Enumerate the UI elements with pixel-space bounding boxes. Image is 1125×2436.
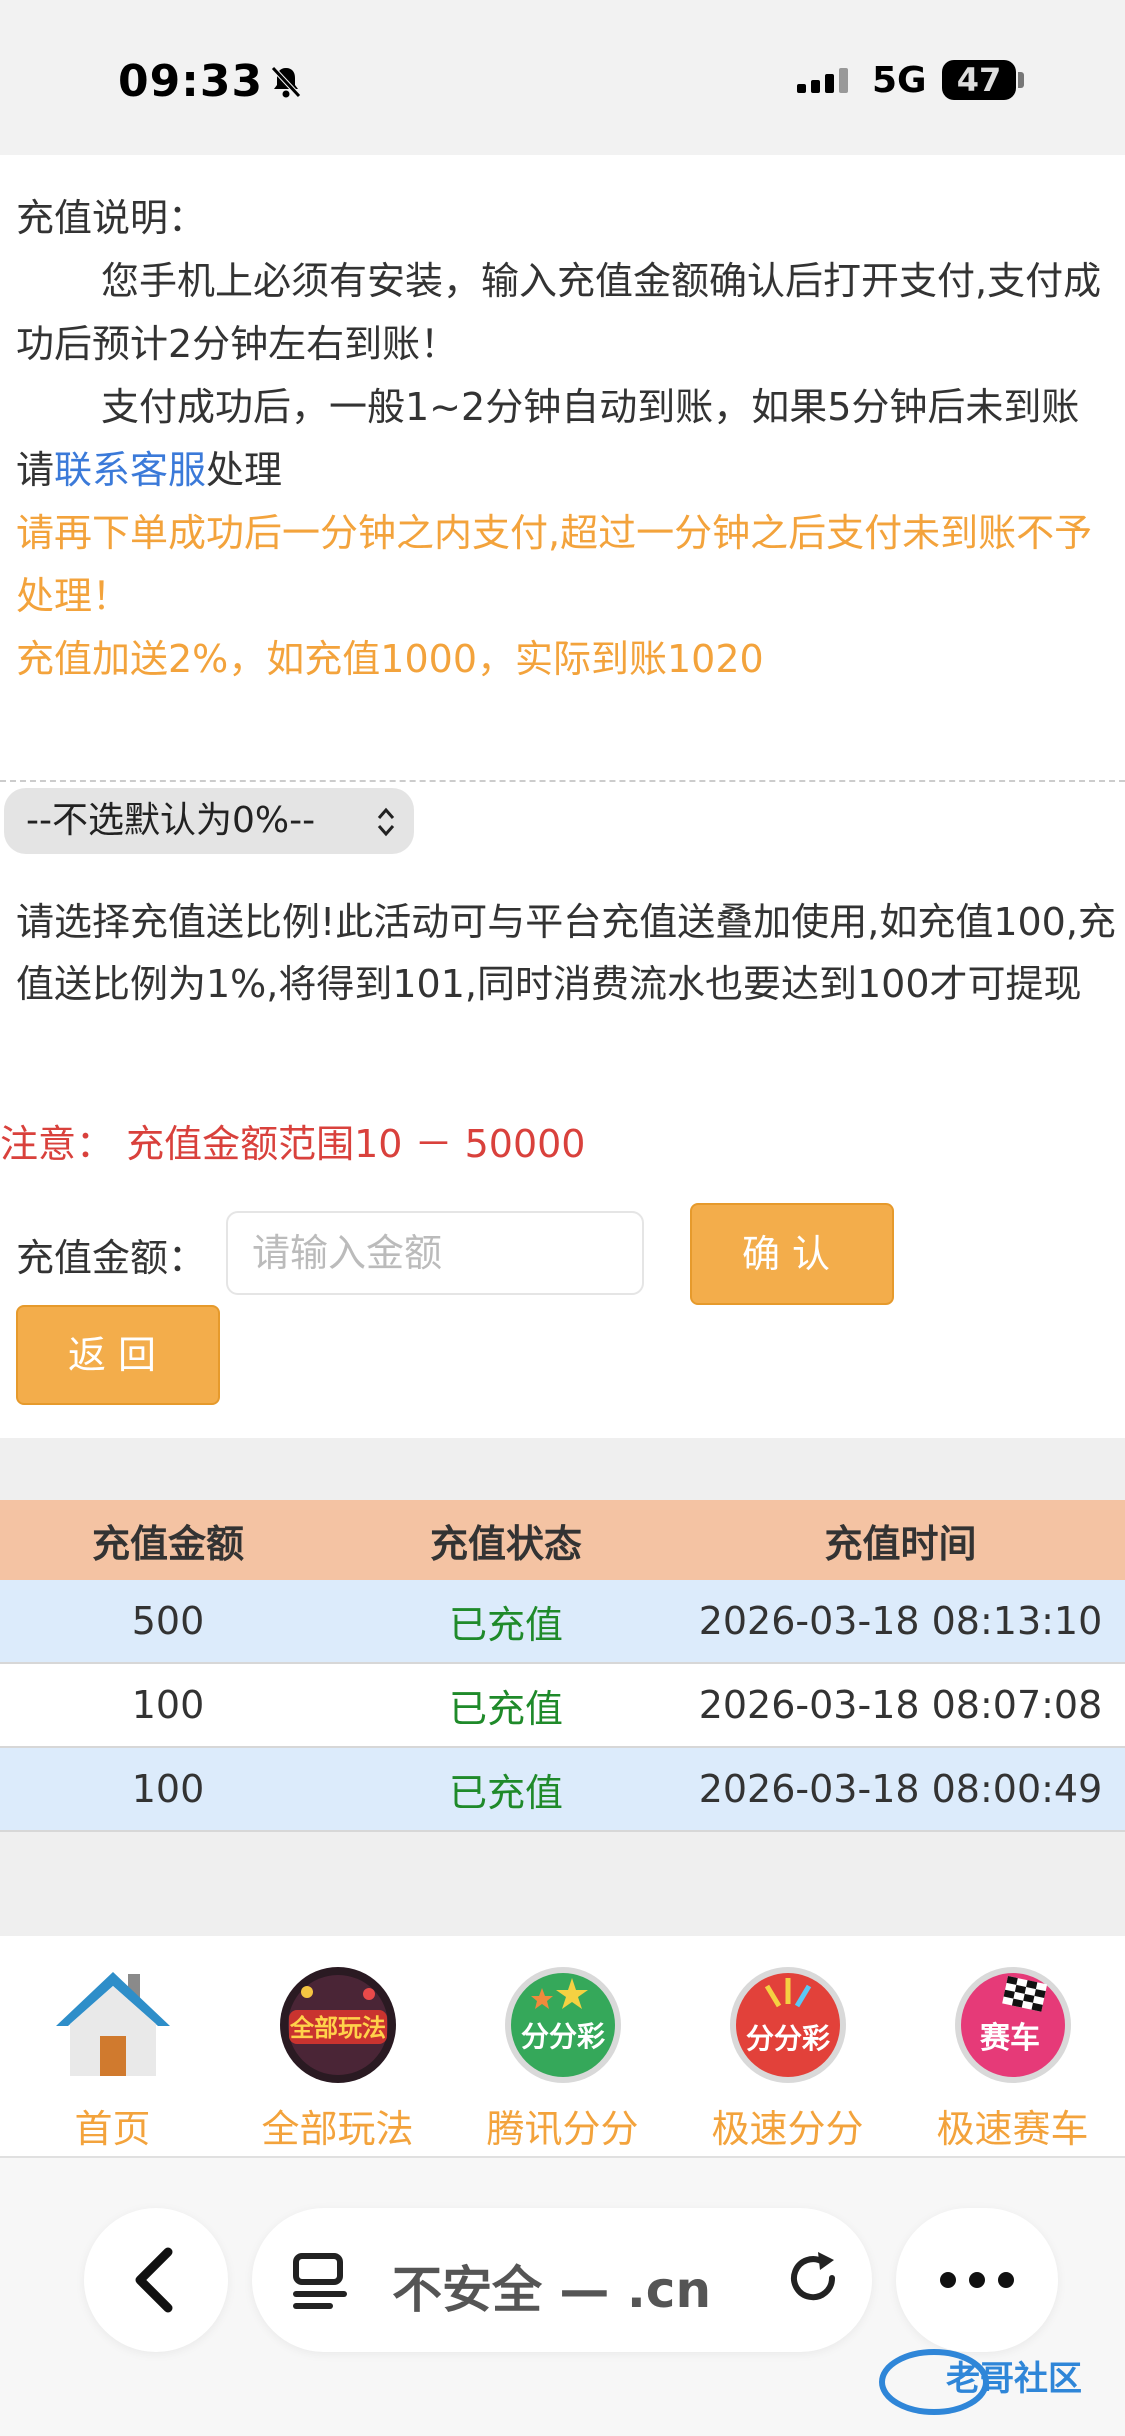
table-row: 100 已充值 2026-03-18 08:00:49 (0, 1748, 1125, 1832)
nav-label-speed-racing: 极速赛车 (936, 2107, 1089, 2151)
bonus-ratio-select[interactable]: --不选默认为0%-- (4, 788, 414, 854)
nav-label-tencent-ffc: 腾讯分分 (486, 2107, 639, 2151)
bottom-nav: 首页 全部玩法 全部玩法 分分彩 腾讯分分 分分彩 极速分分 赛车 极速赛车 (0, 1936, 1125, 2158)
reader-mode-icon (293, 2253, 347, 2309)
address-bar[interactable]: 不安全 — .cn (252, 2208, 872, 2352)
cellular-signal-icon (797, 68, 848, 93)
dashed-divider (0, 780, 1125, 782)
row-amount: 100 (131, 1683, 205, 1727)
table-header-row: 充值金额 充值状态 充值时间 (0, 1500, 1125, 1580)
row-amount: 100 (131, 1767, 205, 1811)
nav-item-speed-racing[interactable]: 赛车 极速赛车 (900, 1964, 1125, 2153)
amount-range-notice: 注意： 充值金额范围10 － 50000 (0, 1122, 586, 1166)
nav-label-speed-ffc: 极速分分 (711, 2107, 864, 2151)
svg-text:分分彩: 分分彩 (745, 2022, 829, 2055)
nav-item-all-games[interactable]: 全部玩法 全部玩法 (225, 1964, 450, 2153)
amount-input[interactable] (226, 1211, 644, 1295)
instructions-line2: 支付成功后，一般1~2分钟自动到账，如果5分钟后未到账请联系客服处理 (16, 376, 1106, 502)
speed-racing-icon: 赛车 (954, 1967, 1071, 2083)
bonus-info: 充值加送2%，如充值1000，实际到账1020 (16, 637, 764, 681)
row-status: 已充值 (448, 1770, 563, 1815)
row-status: 已充值 (448, 1602, 563, 1647)
nav-label-home: 首页 (74, 2107, 151, 2151)
table-row: 100 已充值 2026-03-18 08:07:08 (0, 1664, 1125, 1748)
recharge-instructions: 充值说明： 您手机上必须有安装，输入充值金额确认后打开支付,支付成功后预计2分钟… (16, 187, 1106, 691)
clock: 09:33 (118, 56, 264, 107)
url-text: 不安全 — .cn (392, 2261, 712, 2319)
instructions-line2-end: 处理 (206, 448, 283, 492)
row-time: 2026-03-18 08:00:49 (698, 1767, 1103, 1811)
row-time: 2026-03-18 08:07:08 (698, 1683, 1103, 1727)
svg-text:赛车: 赛车 (980, 2021, 1040, 2056)
instructions-line1: 您手机上必须有安装，输入充值金额确认后打开支付,支付成功后预计2分钟左右到账！ (16, 259, 1102, 366)
tencent-ffc-icon: 分分彩 (504, 1967, 621, 2083)
header-amount: 充值金额 (91, 1521, 244, 1566)
status-bar: 09:33 5G 47 (0, 0, 1125, 155)
confirm-button[interactable]: 确认 (690, 1203, 894, 1305)
activity-description: 请选择充值送比例!此活动可与平台充值送叠加使用,如充值100,充值送比例为1%,… (16, 900, 1116, 1006)
nav-label-all-games: 全部玩法 (261, 2107, 414, 2151)
browser-more-button[interactable] (896, 2208, 1058, 2352)
row-time: 2026-03-18 08:13:10 (698, 1599, 1103, 1643)
amount-label: 充值金额： (16, 1236, 207, 1280)
svg-text:全部玩法: 全部玩法 (289, 2014, 386, 2042)
nav-item-speed-ffc[interactable]: 分分彩 极速分分 (675, 1964, 900, 2153)
back-button[interactable]: 返回 (16, 1305, 220, 1405)
watermark-logo: 老哥社区 (879, 2349, 1082, 2415)
svg-text:分分彩: 分分彩 (520, 2020, 604, 2053)
nav-item-tencent-ffc[interactable]: 分分彩 腾讯分分 (450, 1964, 675, 2153)
battery-tip (1018, 72, 1024, 88)
network-type: 5G (872, 60, 927, 101)
svg-text:老哥社区: 老哥社区 (946, 2359, 1082, 2399)
recharge-records-table: 充值金额 充值状态 充值时间 500 已充值 2026-03-18 08:13:… (0, 1500, 1125, 1832)
select-updown-icon (377, 807, 395, 837)
row-status: 已充值 (448, 1686, 563, 1731)
contact-support-link[interactable]: 联系客服 (54, 448, 206, 492)
house-icon (55, 1972, 170, 2076)
bonus-ratio-selected: --不选默认为0%-- (26, 800, 316, 841)
header-time: 充值时间 (824, 1521, 977, 1566)
row-amount: 500 (131, 1599, 205, 1643)
payment-warning: 请再下单成功后一分钟之内支付,超过一分钟之后支付未到账不予处理！ (16, 511, 1093, 618)
silent-bell-icon (271, 66, 301, 98)
reload-icon[interactable] (782, 2248, 846, 2312)
all-games-icon: 全部玩法 (279, 1967, 396, 2083)
nav-item-home[interactable]: 首页 (0, 1964, 225, 2153)
instructions-title: 充值说明： (16, 196, 207, 240)
battery-indicator: 47 (942, 60, 1016, 100)
table-row: 500 已充值 2026-03-18 08:13:10 (0, 1580, 1125, 1664)
recharge-page: 充值说明： 您手机上必须有安装，输入充值金额确认后打开支付,支付成功后预计2分钟… (0, 155, 1125, 1438)
header-status: 充值状态 (429, 1521, 582, 1566)
speed-ffc-icon: 分分彩 (729, 1967, 846, 2083)
chevron-left-icon (135, 2247, 173, 2313)
more-dots-icon (940, 2272, 1014, 2288)
browser-back-button[interactable] (84, 2208, 228, 2352)
